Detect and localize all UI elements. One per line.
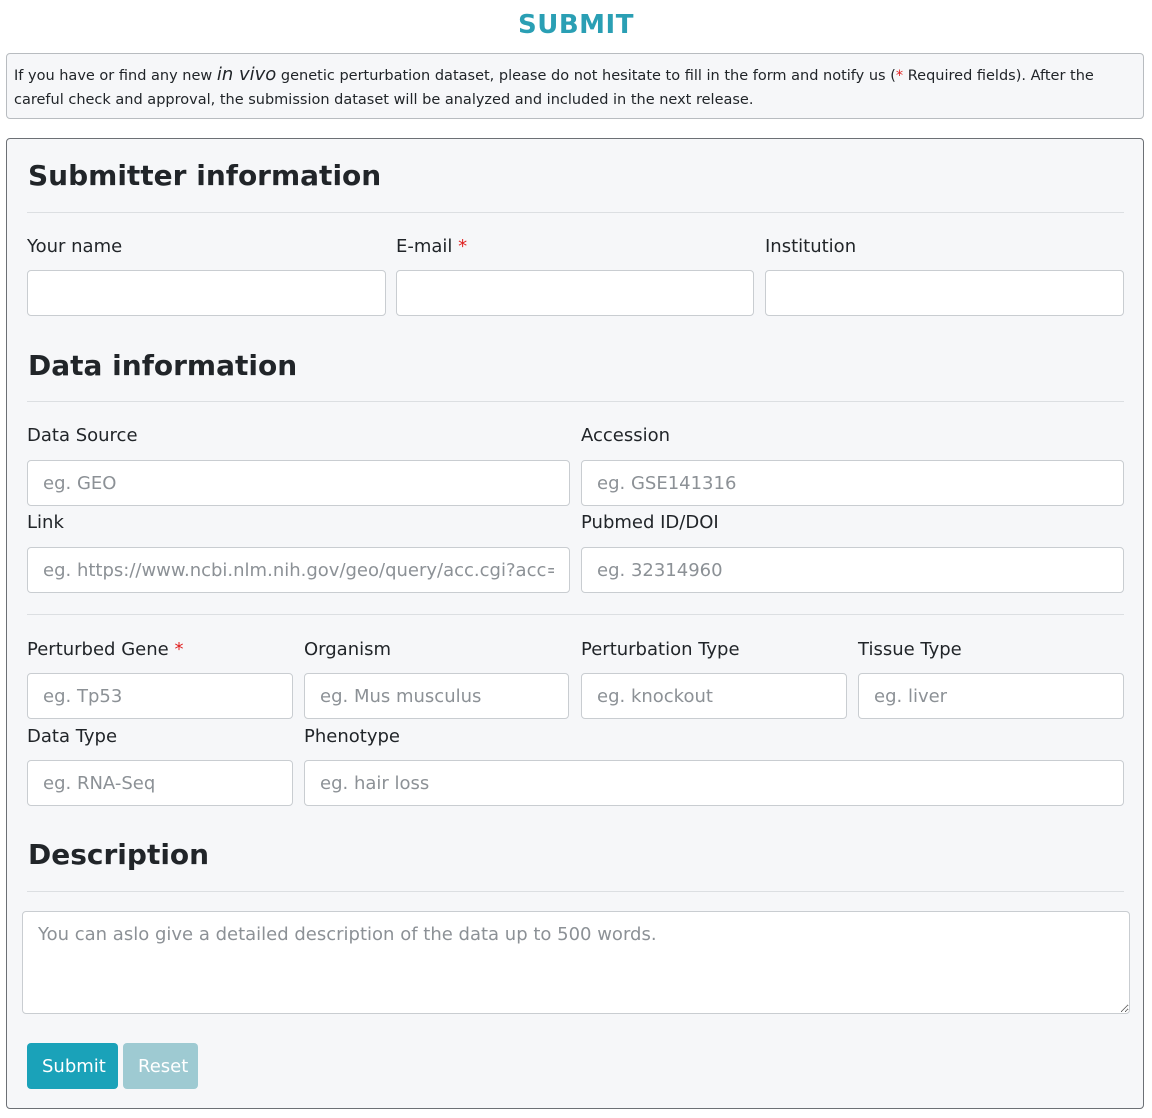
perturbed-gene-label-text: Perturbed Gene <box>27 639 169 660</box>
divider <box>27 891 1124 892</box>
email-label-text: E-mail <box>396 236 453 257</box>
data-type-input[interactable] <box>27 760 293 806</box>
email-label: E-mail * <box>396 236 467 257</box>
email-required-star: * <box>458 236 468 257</box>
reset-button[interactable]: Reset <box>123 1043 198 1089</box>
data-source-input[interactable] <box>27 460 570 506</box>
email-input[interactable] <box>396 270 754 316</box>
link-input[interactable] <box>27 547 570 593</box>
notice-text-1: If you have or find any new <box>14 68 217 84</box>
accession-input[interactable] <box>581 460 1124 506</box>
name-input[interactable] <box>27 270 386 316</box>
accession-label: Accession <box>581 425 671 446</box>
divider <box>27 212 1124 213</box>
link-label: Link <box>27 512 64 533</box>
data-type-label: Data Type <box>27 726 118 747</box>
institution-input[interactable] <box>765 270 1124 316</box>
notice-text-2: genetic perturbation dataset, please do … <box>276 68 896 84</box>
name-label-text: Your name <box>27 236 123 257</box>
submission-form: Submitter information Your name E-mail *… <box>6 138 1144 1109</box>
notice-emphasis: in vivo <box>216 64 277 85</box>
data-source-label: Data Source <box>27 425 138 446</box>
description-textarea[interactable] <box>22 911 1130 1014</box>
pubmed-input[interactable] <box>581 547 1124 593</box>
organism-input[interactable] <box>304 673 569 719</box>
perturbation-type-label: Perturbation Type <box>581 639 740 660</box>
description-heading: Description <box>28 838 210 871</box>
pubmed-label: Pubmed ID/DOI <box>581 512 719 533</box>
perturbed-gene-label: Perturbed Gene * <box>27 639 183 660</box>
phenotype-input[interactable] <box>304 760 1124 806</box>
page-title: SUBMIT <box>518 10 634 40</box>
institution-label: Institution <box>765 236 856 257</box>
divider <box>27 614 1124 615</box>
perturbed-gene-input[interactable] <box>27 673 293 719</box>
divider <box>27 401 1124 402</box>
phenotype-label: Phenotype <box>304 726 400 747</box>
submit-button[interactable]: Submit <box>27 1043 118 1089</box>
perturbation-type-input[interactable] <box>581 673 847 719</box>
gene-required-star: * <box>174 639 184 660</box>
submitter-heading: Submitter information <box>28 159 382 192</box>
data-info-heading: Data information <box>28 349 298 382</box>
tissue-type-input[interactable] <box>858 673 1124 719</box>
organism-label: Organism <box>304 639 392 660</box>
institution-label-text: Institution <box>765 236 857 257</box>
submission-notice: If you have or find any new in vivo gene… <box>6 53 1144 119</box>
name-label: Your name <box>27 236 122 257</box>
tissue-type-label: Tissue Type <box>858 639 962 660</box>
